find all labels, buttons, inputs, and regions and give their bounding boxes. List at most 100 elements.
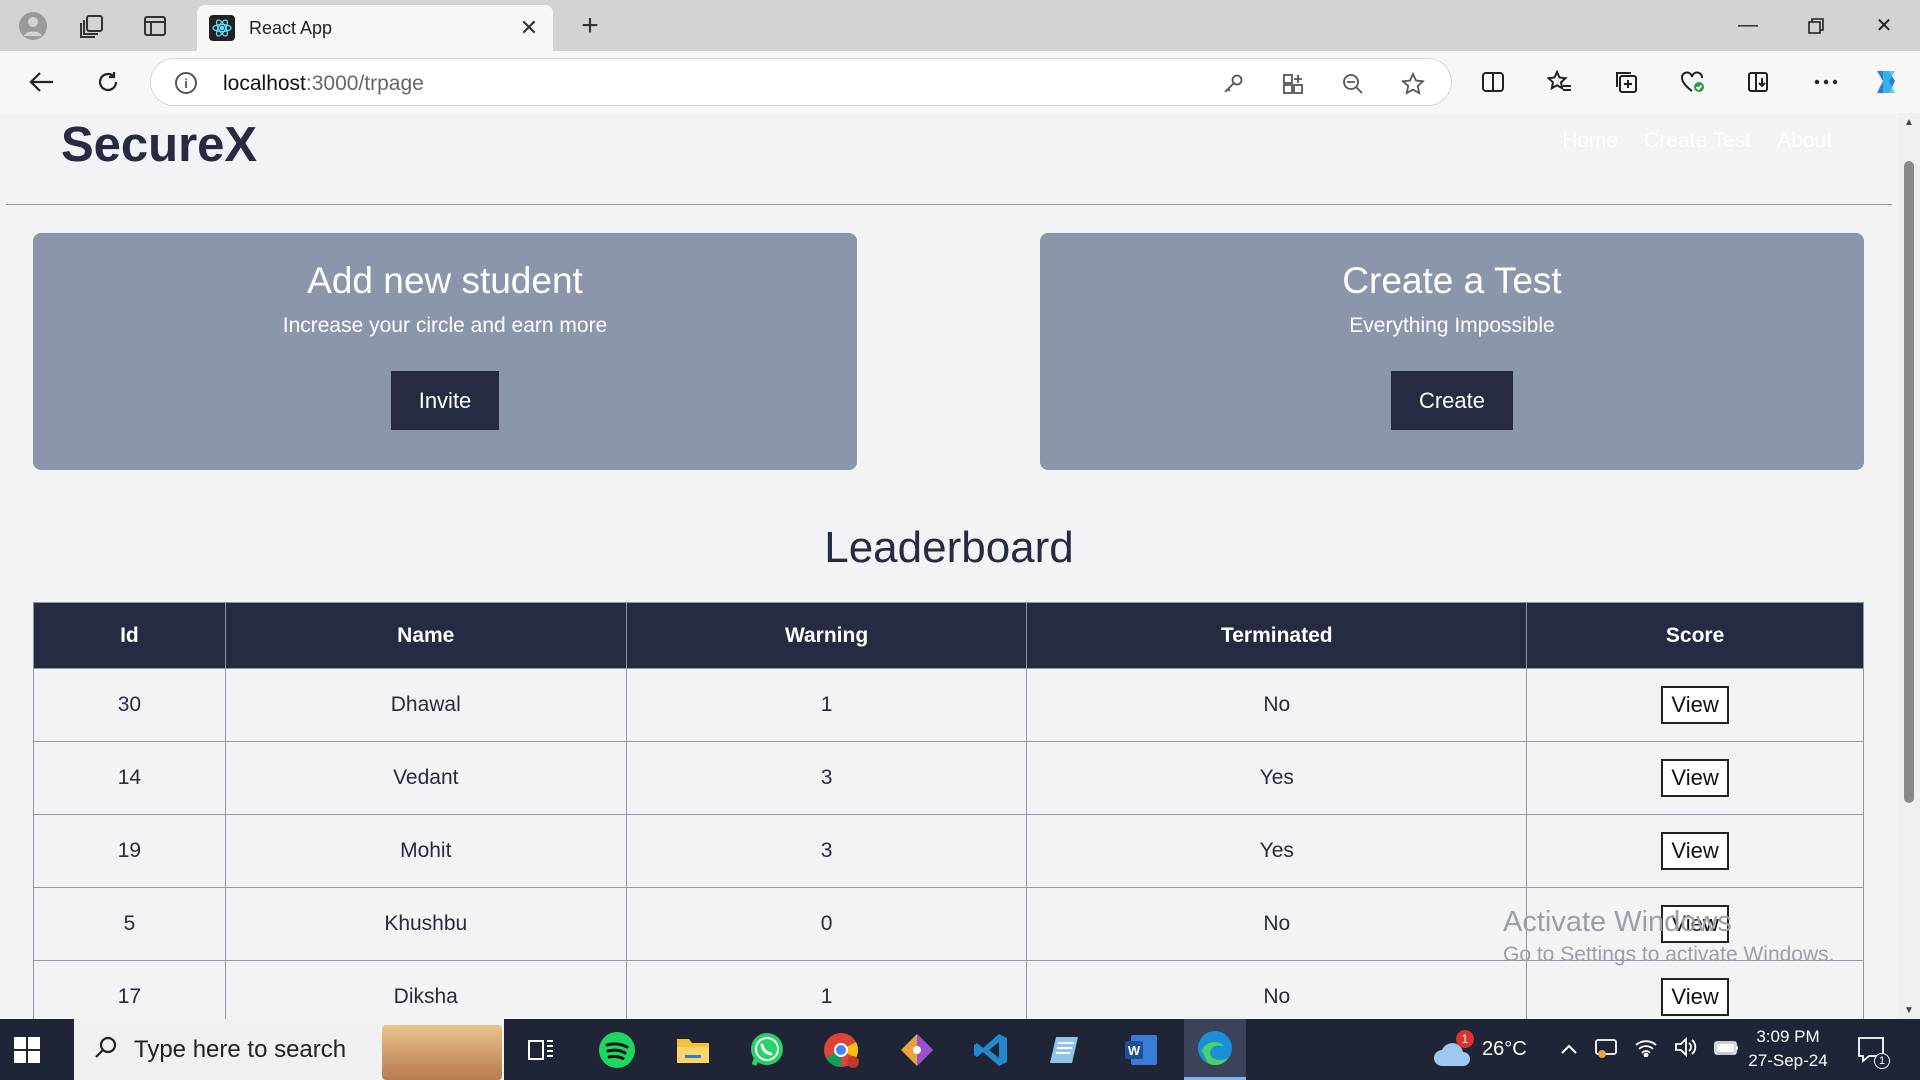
column-header-id: Id: [33, 602, 226, 669]
spotify-icon[interactable]: [586, 1019, 648, 1080]
clock-time: 3:09 PM: [1756, 1027, 1820, 1046]
meet-now-icon[interactable]: [1594, 1036, 1618, 1064]
card-subtitle: Increase your circle and earn more: [282, 314, 608, 337]
cell-name: Diksha: [224, 960, 627, 1019]
app-page: SecureX Home Create Test About Add new s…: [6, 113, 1892, 1019]
split-screen-icon[interactable]: [1473, 64, 1513, 100]
volume-icon[interactable]: [1674, 1036, 1698, 1063]
add-student-card: Add new student Increase your circle and…: [33, 233, 857, 470]
zoom-out-icon[interactable]: [1339, 70, 1367, 98]
scrollbar-thumb[interactable]: [1904, 161, 1914, 803]
invite-button[interactable]: Invite: [390, 371, 500, 430]
profile-icon[interactable]: [15, 10, 51, 42]
table-row: 14 Vedant 3 Yes View: [33, 741, 1864, 815]
cell-id: 30: [33, 668, 226, 742]
cell-score: View: [1526, 960, 1864, 1019]
word-icon[interactable]: W: [1110, 1019, 1172, 1080]
windows-taskbar: Type here to search W 1 26°C 3:09 PM 27-…: [0, 1019, 1920, 1080]
back-arrow-icon[interactable]: [22, 64, 62, 100]
git-tool-icon[interactable]: [886, 1019, 948, 1080]
wifi-icon[interactable]: [1634, 1037, 1658, 1063]
app-available-icon[interactable]: [1279, 70, 1307, 98]
cell-id: 14: [33, 741, 226, 815]
taskbar-search-box[interactable]: Type here to search: [74, 1019, 504, 1080]
leaderboard-title: Leaderboard: [824, 523, 1074, 572]
browser-tab-strip: React App ✕ + — ✕: [0, 0, 1920, 51]
show-hidden-icons-icon[interactable]: [1560, 1038, 1578, 1061]
copilot-icon[interactable]: [1866, 64, 1906, 100]
battery-icon[interactable]: [1714, 1038, 1740, 1061]
card-subtitle: Everything Impossible: [1349, 314, 1555, 337]
cell-id: 5: [33, 887, 226, 961]
column-header-terminated: Terminated: [1026, 602, 1528, 669]
windows-start-icon[interactable]: [14, 1037, 40, 1063]
cell-terminated: No: [1026, 960, 1528, 1019]
collections-icon[interactable]: [1606, 64, 1646, 100]
cell-warning: 3: [625, 814, 1028, 888]
favorite-star-icon[interactable]: [1399, 70, 1427, 98]
brand-logo[interactable]: SecureX: [61, 117, 257, 173]
workspaces-icon[interactable]: [74, 10, 110, 42]
card-title: Add new student: [307, 260, 583, 301]
view-score-button[interactable]: View: [1661, 832, 1729, 870]
taskbar-clock[interactable]: 3:09 PM 27-Sep-24: [1744, 1025, 1832, 1073]
nav-link-home[interactable]: Home: [1562, 129, 1618, 153]
cell-name: Khushbu: [224, 887, 627, 961]
edge-icon[interactable]: [1184, 1019, 1246, 1080]
chrome-icon[interactable]: [810, 1019, 872, 1080]
table-row: 19 Mohit 3 Yes View: [33, 814, 1864, 888]
url-text: localhost:3000/trpage: [223, 72, 424, 95]
file-explorer-icon[interactable]: [662, 1019, 724, 1080]
nav-link-create-test[interactable]: Create Test: [1644, 129, 1751, 153]
create-test-card: Create a Test Everything Impossible Crea…: [1040, 233, 1864, 470]
card-title: Create a Test: [1342, 260, 1562, 301]
refresh-icon[interactable]: [88, 64, 128, 100]
vertical-scrollbar[interactable]: ▲ ▼: [1898, 113, 1920, 1019]
search-icon: [94, 1035, 118, 1064]
table-header-row: Id Name Warning Terminated Score: [33, 602, 1864, 669]
create-button[interactable]: Create: [1390, 371, 1514, 430]
cell-id: 17: [33, 960, 226, 1019]
table-row: 17 Diksha 1 No View: [33, 960, 1864, 1019]
cell-id: 19: [33, 814, 226, 888]
site-info-icon[interactable]: i: [175, 72, 197, 94]
weather-widget[interactable]: 1 26°C: [1432, 1019, 1527, 1080]
close-window-button[interactable]: ✕: [1850, 0, 1918, 51]
view-score-button[interactable]: View: [1661, 686, 1729, 724]
cell-warning: 3: [625, 741, 1028, 815]
view-score-button[interactable]: View: [1661, 978, 1729, 1016]
key-icon[interactable]: [1219, 70, 1247, 98]
tab-actions-icon[interactable]: [137, 10, 173, 42]
cell-name: Vedant: [224, 741, 627, 815]
scroll-up-arrow-icon[interactable]: ▲: [1903, 117, 1915, 128]
cell-warning: 0: [625, 887, 1028, 961]
scroll-down-arrow-icon[interactable]: ▼: [1903, 1005, 1915, 1016]
cloud-icon: 1: [1432, 1029, 1474, 1070]
browser-tab-active[interactable]: React App ✕: [197, 5, 553, 51]
weather-badge: 1: [1456, 1029, 1474, 1048]
notification-center-icon[interactable]: 1: [1856, 1019, 1890, 1080]
view-score-button[interactable]: View: [1661, 905, 1729, 943]
whatsapp-icon[interactable]: [736, 1019, 798, 1080]
column-header-score: Score: [1526, 602, 1864, 669]
nav-link-about[interactable]: About: [1777, 129, 1832, 153]
cell-score: View: [1526, 887, 1864, 961]
more-options-icon[interactable]: [1806, 64, 1846, 100]
minimize-button[interactable]: —: [1714, 0, 1782, 51]
address-bar[interactable]: i localhost:3000/trpage: [150, 58, 1452, 106]
new-tab-button[interactable]: +: [572, 8, 608, 44]
page-viewport: SecureX Home Create Test About Add new s…: [0, 113, 1920, 1019]
cell-name: Mohit: [224, 814, 627, 888]
vscode-icon[interactable]: [960, 1019, 1022, 1080]
favorites-icon[interactable]: [1540, 64, 1580, 100]
view-score-button[interactable]: View: [1661, 759, 1729, 797]
downloads-icon[interactable]: [1739, 64, 1779, 100]
tab-close-icon[interactable]: ✕: [517, 15, 541, 41]
task-view-icon[interactable]: [510, 1019, 572, 1080]
cell-terminated: Yes: [1026, 741, 1528, 815]
browser-toolbar: i localhost:3000/trpage: [0, 51, 1920, 113]
notepad-icon[interactable]: [1034, 1019, 1096, 1080]
browser-essentials-icon[interactable]: [1673, 64, 1713, 100]
restore-button[interactable]: [1782, 0, 1850, 51]
search-placeholder: Type here to search: [134, 1035, 347, 1063]
